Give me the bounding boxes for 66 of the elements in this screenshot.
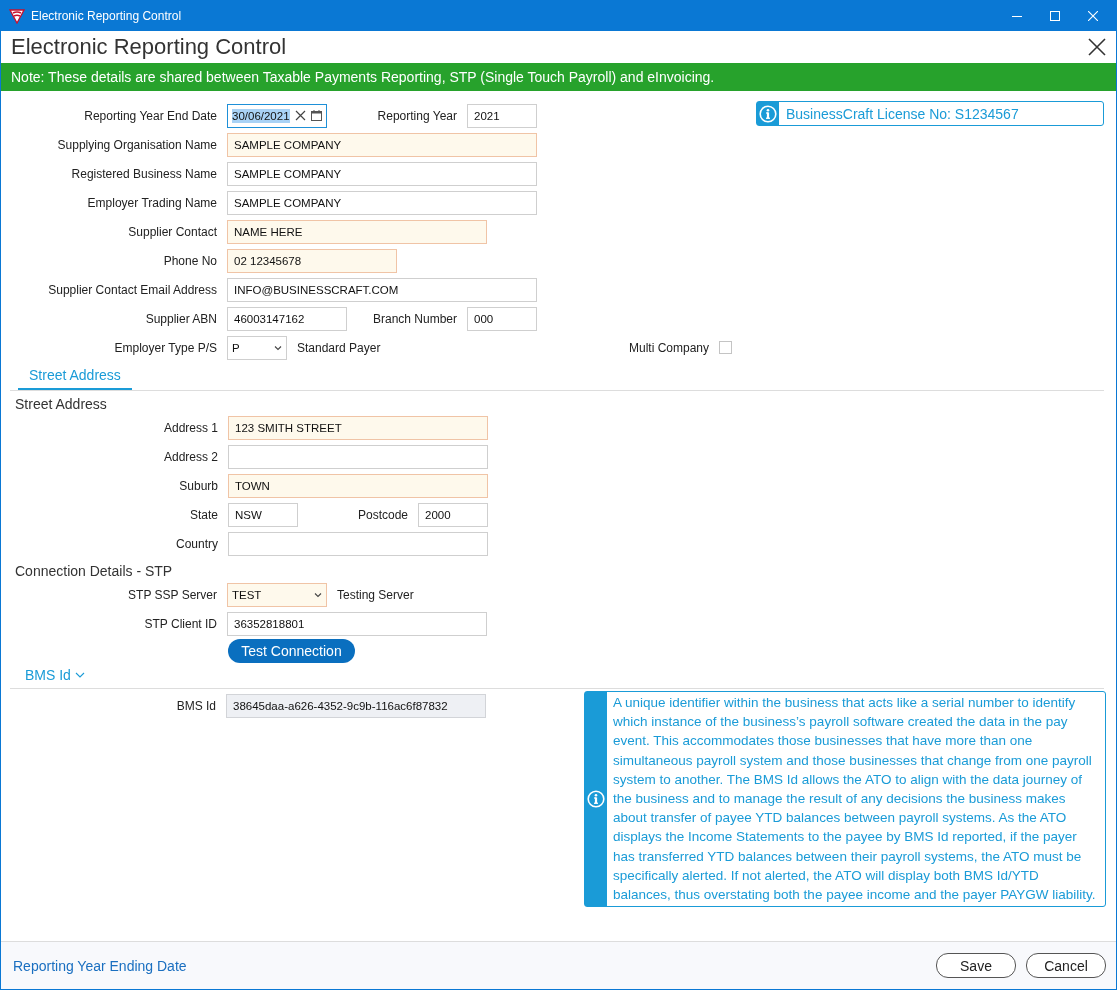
field-label: State — [188, 507, 219, 522]
info-icon — [587, 790, 605, 809]
dropdown-field[interactable]: TEST — [227, 582, 327, 607]
field-description: Testing Server — [336, 587, 415, 602]
cancel-button[interactable]: Cancel — [1026, 953, 1106, 978]
text-field[interactable]: NAME HERE — [227, 219, 487, 244]
text-field[interactable]: 38645daa-a626-4352-9c9b-116ac6f87832 — [226, 693, 486, 718]
test-connection-button[interactable]: Test Connection — [228, 639, 355, 663]
text-field[interactable] — [228, 444, 488, 469]
field-label: Supplier Contact — [127, 224, 218, 239]
chevron-down-icon — [314, 591, 322, 598]
close-icon[interactable] — [1088, 38, 1106, 56]
chevron-down-icon — [274, 344, 282, 351]
date-field[interactable]: 30/06/2021 — [227, 103, 327, 128]
info-text: A unique identifier within the business that acts like a serial number to identify which instance of the business’s payroll software created the data in the pay event. This accommodates those businesses that have more than one simultaneous payroll system and those businesses that change from one payroll system to another. The BMS Id allows the ATO to align with the data journey of the business and to manage the result of any decisions the business makes about transfer of payee YTD balances between payroll systems. As the ATO displays the Income Statements to the payee by BMS Id reported, if the payer has transferred YTD balances between their payroll systems, the ATO must be specifically alerted. If not alerted, the ATO will display both BMS Id/YTD balances, thus overstating both the payee income and the payer PAYGW liability. — [612, 694, 1097, 905]
field-label: Address 2 — [162, 449, 219, 464]
field-label: Phone No — [162, 253, 218, 268]
field-label: BMS Id — [175, 698, 217, 713]
app-logo-icon — [9, 7, 25, 24]
text-field[interactable]: 123 SMITH STREET — [228, 415, 488, 440]
field-label: Supplying Organisation Name — [56, 137, 218, 152]
section-heading: Street Address — [14, 395, 108, 413]
field-label: Address 1 — [162, 420, 219, 435]
selected-date-text: 30/06/2021 — [232, 108, 290, 123]
text-field[interactable]: SAMPLE COMPANY — [227, 190, 537, 215]
chevron-down-icon — [74, 671, 85, 679]
save-button[interactable]: Save — [936, 953, 1016, 978]
field-label: Reporting Year End Date — [83, 108, 218, 123]
field-label: Country — [174, 536, 219, 551]
maximize-icon[interactable] — [1050, 10, 1060, 21]
text-field[interactable]: 36352818801 — [227, 611, 487, 636]
text-field[interactable] — [228, 531, 488, 556]
window-title: Electronic Reporting Control — [31, 8, 183, 23]
help-link[interactable]: Reporting Year Ending Date — [13, 957, 926, 974]
text-field[interactable]: 2000 — [418, 502, 488, 527]
field-label: Postcode — [356, 507, 409, 522]
text-field[interactable]: NSW — [228, 502, 298, 527]
note-banner: Note: These details are shared between Taxable Payments Reporting, STP (Single Touch Payroll) and eInvoicing. — [1, 63, 1116, 91]
text-field[interactable]: 02 12345678 — [227, 248, 397, 273]
page-title: Electronic Reporting Control — [11, 34, 288, 60]
field-label: Employer Trading Name — [86, 195, 218, 210]
field-label: STP Client ID — [143, 616, 218, 631]
field-label: Employer Type P/S — [113, 340, 218, 355]
field-label: Suburb — [178, 478, 219, 493]
field-label: Supplier Contact Email Address — [47, 282, 218, 297]
field-description: Standard Payer — [296, 340, 382, 355]
field-label: Reporting Year — [376, 108, 458, 123]
section-heading: Connection Details - STP — [14, 562, 174, 580]
field-label: Registered Business Name — [70, 166, 218, 181]
text-field[interactable]: 000 — [467, 306, 537, 331]
dropdown-field[interactable]: P — [227, 335, 287, 360]
text-field[interactable]: TOWN — [228, 473, 488, 498]
field-label: STP SSP Server — [127, 587, 218, 602]
calendar-icon[interactable] — [311, 110, 322, 121]
checkbox[interactable] — [719, 341, 732, 354]
clear-icon[interactable] — [295, 110, 306, 121]
info-icon — [759, 104, 777, 123]
field-label: Branch Number — [371, 311, 458, 326]
text-field[interactable]: SAMPLE COMPANY — [227, 161, 537, 186]
field-label: Multi Company — [627, 340, 710, 355]
text-field[interactable]: 2021 — [467, 103, 537, 128]
license-text: BusinessCraft License No: S1234567 — [785, 104, 1019, 124]
text-field[interactable]: 46003147162 — [227, 306, 347, 331]
text-field[interactable]: SAMPLE COMPANY — [227, 132, 537, 157]
text-field[interactable]: INFO@BUSINESSCRAFT.COM — [227, 277, 537, 302]
field-label: Supplier ABN — [144, 311, 218, 326]
